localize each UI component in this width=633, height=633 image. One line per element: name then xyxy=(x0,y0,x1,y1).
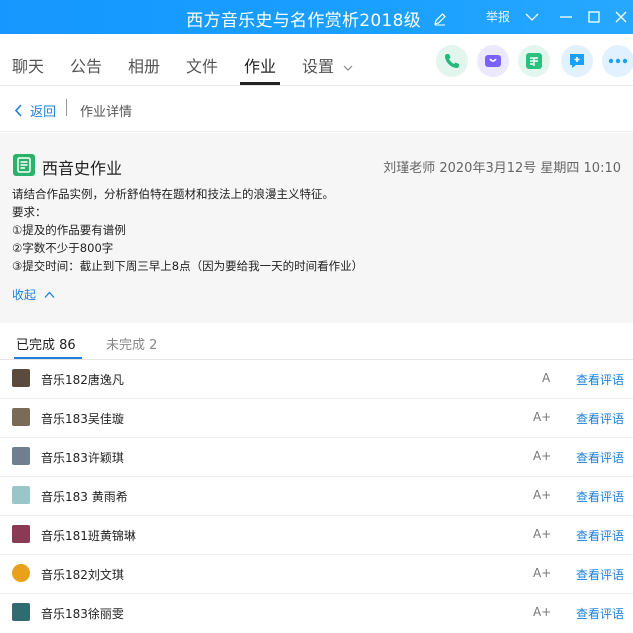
class-icon xyxy=(526,53,542,69)
view-comment-link[interactable]: 查看评语 xyxy=(576,449,624,466)
phone-icon xyxy=(445,54,459,68)
chevron-left-icon xyxy=(14,104,22,117)
grade: A+ xyxy=(533,566,552,580)
view-comment-link[interactable]: 查看评语 xyxy=(576,371,624,388)
student-name: 音乐182唐逸凡 xyxy=(41,373,124,387)
tab-settings[interactable]: 设置 xyxy=(302,53,354,77)
avatar xyxy=(12,408,30,426)
homework-detail: 西音史作业 刘瑾老师 2020年3月12号 星期四 10:10 请结合作品实例，… xyxy=(0,133,633,323)
student-name: 音乐181班黄锦琳 xyxy=(41,529,136,543)
video-call-button[interactable] xyxy=(477,45,509,77)
view-comment-link[interactable]: 查看评语 xyxy=(576,410,624,427)
tab-homework[interactable]: 作业 xyxy=(244,53,276,77)
avatar xyxy=(12,525,30,543)
edit-title-icon[interactable] xyxy=(433,11,447,31)
homework-line: ②字数不少于800字 xyxy=(12,241,114,255)
tab-announcements[interactable]: 公告 xyxy=(70,53,102,77)
student-name: 音乐183 黄雨希 xyxy=(41,490,128,504)
completion-tabs: 已完成 86 未完成 2 xyxy=(0,323,633,360)
tab-completed[interactable]: 已完成 86 xyxy=(16,334,76,353)
maximize-icon[interactable] xyxy=(584,7,604,27)
avatar xyxy=(12,564,30,582)
tab-album[interactable]: 相册 xyxy=(128,53,160,77)
tab-files[interactable]: 文件 xyxy=(186,53,218,77)
tab-incomplete[interactable]: 未完成 2 xyxy=(106,334,157,353)
grade: A+ xyxy=(533,488,552,502)
minimize-icon[interactable] xyxy=(556,7,576,27)
homework-line: ③提交时间：截止到下周三早上8点（因为要给我一天的时间看作业） xyxy=(12,259,364,273)
group-tab-bar: 聊天 公告 相册 文件 作业 设置 xyxy=(0,34,633,86)
homework-line: ①提及的作品要有谱例 xyxy=(12,223,126,237)
back-button[interactable]: 返回 xyxy=(14,101,56,120)
grade: A+ xyxy=(533,449,552,463)
window-title: 西方音乐史与名作赏析2018级 xyxy=(186,11,422,31)
report-button[interactable]: 举报 xyxy=(486,8,510,25)
grade: A+ xyxy=(533,527,552,541)
more-dots-icon xyxy=(608,58,628,64)
homework-doc-icon xyxy=(12,153,36,177)
view-comment-link[interactable]: 查看评语 xyxy=(576,605,624,622)
table-row: 音乐183徐丽雯 A+ 查看评语 xyxy=(0,594,633,633)
chevron-up-icon xyxy=(44,291,55,298)
chevron-down-icon xyxy=(343,65,353,71)
table-row: 音乐181班黄锦琳 A+ 查看评语 xyxy=(0,516,633,555)
tab-settings-label: 设置 xyxy=(302,57,335,76)
table-row: 音乐183吴佳璇 A+ 查看评语 xyxy=(0,399,633,438)
homework-title: 西音史作业 xyxy=(42,159,123,178)
grade: A xyxy=(542,371,551,385)
table-row: 音乐183 黄雨希 A+ 查看评语 xyxy=(0,477,633,516)
student-name: 音乐182刘文琪 xyxy=(41,568,124,582)
comment-button[interactable] xyxy=(561,45,593,77)
completion-tab-indicator xyxy=(14,357,82,359)
class-button[interactable] xyxy=(518,45,550,77)
chevron-down-icon[interactable] xyxy=(522,7,542,27)
avatar xyxy=(12,603,30,621)
grade: A+ xyxy=(533,410,552,424)
homework-content: 请结合作品实例，分析舒伯特在题材和技法上的浪漫主义特征。 要求： ①提及的作品要… xyxy=(12,185,363,275)
table-row: 音乐182刘文琪 A+ 查看评语 xyxy=(0,555,633,594)
more-button[interactable] xyxy=(602,45,633,77)
homework-line: 要求： xyxy=(12,205,47,219)
avatar xyxy=(12,447,30,465)
avatar xyxy=(12,486,30,504)
voice-call-button[interactable] xyxy=(436,45,468,77)
table-row: 音乐183许颖琪 A+ 查看评语 xyxy=(0,438,633,477)
homework-meta: 刘瑾老师 2020年3月12号 星期四 10:10 xyxy=(383,161,621,176)
student-name: 音乐183许颖琪 xyxy=(41,451,124,465)
student-name: 音乐183吴佳璇 xyxy=(41,412,124,426)
view-comment-link[interactable]: 查看评语 xyxy=(576,527,624,544)
tab-chat[interactable]: 聊天 xyxy=(12,53,44,77)
active-tab-indicator xyxy=(240,82,280,85)
breadcrumb-current: 作业详情 xyxy=(80,105,133,120)
student-name: 音乐183徐丽雯 xyxy=(41,607,124,621)
view-comment-link[interactable]: 查看评语 xyxy=(576,566,624,583)
add-comment-icon xyxy=(570,54,584,68)
avatar xyxy=(12,369,30,387)
collapse-label: 收起 xyxy=(12,288,37,302)
grade: A+ xyxy=(533,605,552,619)
collapse-button[interactable]: 收起 xyxy=(12,286,55,303)
video-icon xyxy=(485,55,501,67)
breadcrumb: 返回 作业详情 xyxy=(0,86,633,132)
table-row: 音乐182唐逸凡 A 查看评语 xyxy=(0,360,633,399)
breadcrumb-divider xyxy=(66,99,67,116)
homework-line: 请结合作品实例，分析舒伯特在题材和技法上的浪漫主义特征。 xyxy=(12,187,334,201)
view-comment-link[interactable]: 查看评语 xyxy=(576,488,624,505)
close-icon[interactable] xyxy=(611,7,631,27)
back-label: 返回 xyxy=(30,105,57,120)
title-bar: 西方音乐史与名作赏析2018级 举报 xyxy=(0,0,633,34)
